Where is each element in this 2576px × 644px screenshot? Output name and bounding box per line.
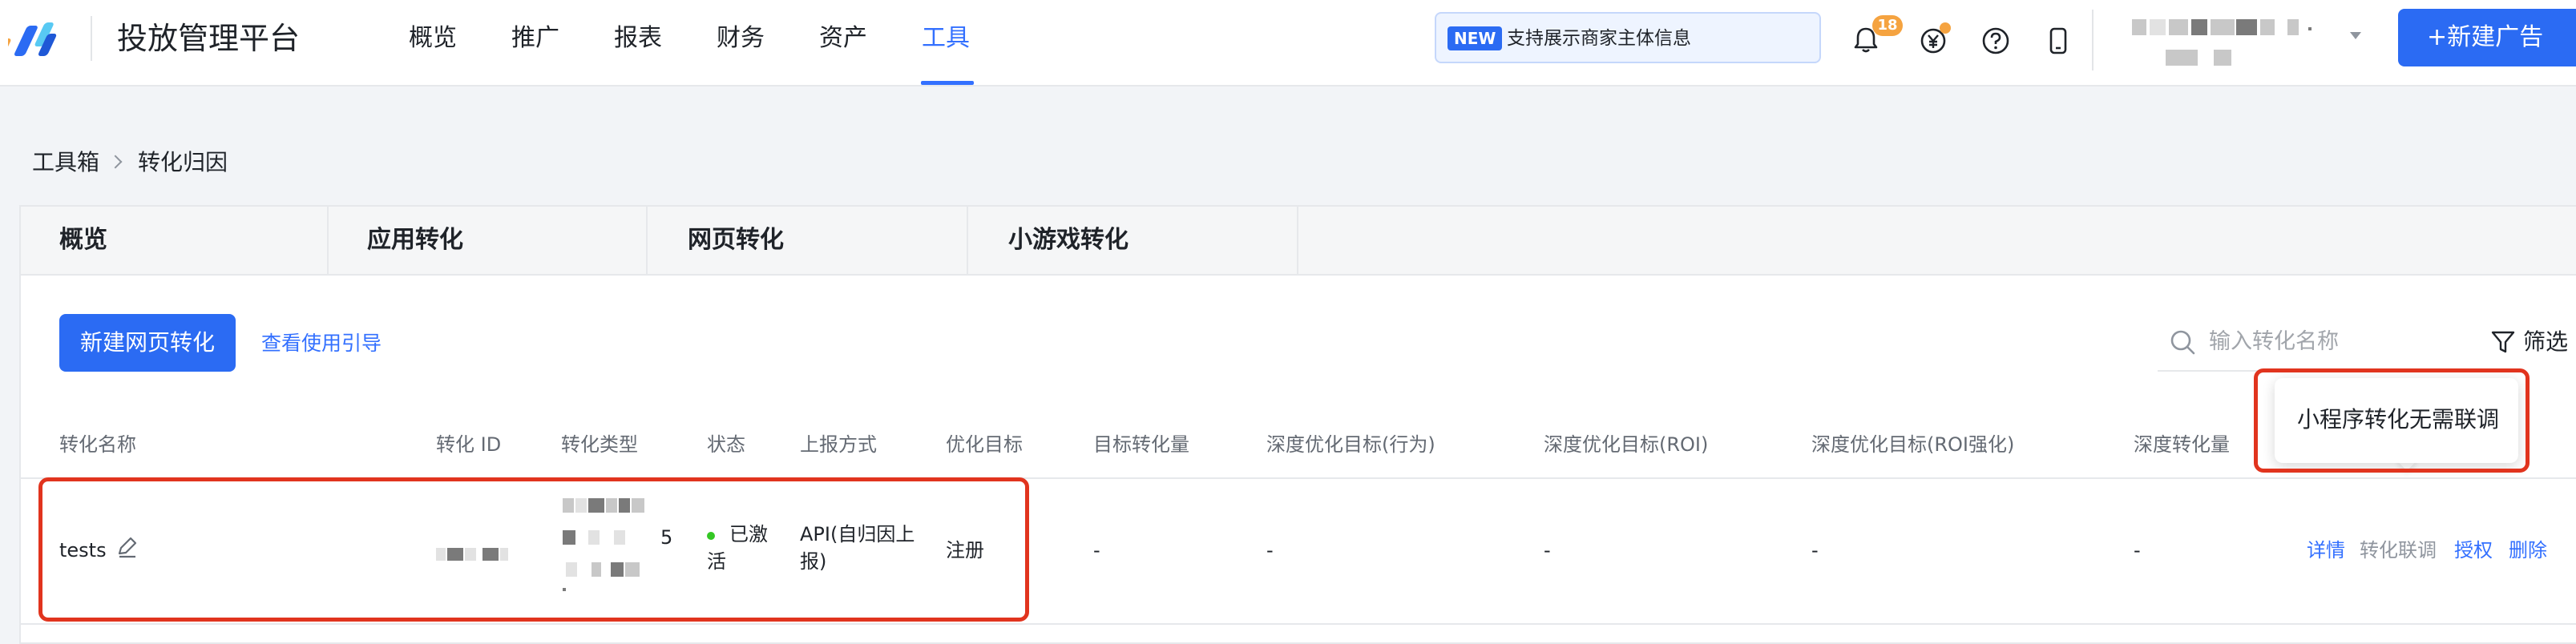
account-divider [2092,10,2094,70]
col-deep-roi-plus: 深度优化目标(ROI强化) [1811,433,2015,456]
tab-app-conversion-label: 应用转化 [367,226,463,254]
col-name: 转化名称 [59,433,136,456]
create-web-conversion-button[interactable]: 新建网页转化 [59,314,236,372]
nav-promotion[interactable]: 推广 [511,22,559,54]
announcement-text: 支持展示商家主体信息 [1507,28,1691,49]
breadcrumb-separator-icon [108,155,123,169]
col-optimize-goal: 优化目标 [946,433,1023,456]
delete-link[interactable]: 删除 [2509,537,2547,564]
tab-web-conversion-label: 网页转化 [688,226,784,254]
breadcrumb-toolbox[interactable]: 工具箱 [32,149,99,176]
logo-divider [91,16,92,61]
col-deep-behavior: 深度优化目标(行为) [1266,433,1435,456]
annotation-row-highlight [38,477,1029,622]
col-report-method: 上报方式 [800,433,877,456]
filter-icon[interactable] [2489,328,2517,356]
nav-finance[interactable]: 财务 [717,22,765,54]
platform-title: 投放管理平台 [117,21,301,56]
nav-assets[interactable]: 资产 [819,22,867,54]
tab-overview-label: 概览 [59,226,107,254]
deep-roi: - [1544,539,1551,561]
chevron-down-icon[interactable] [2350,32,2361,39]
help-icon[interactable] [1980,24,2012,56]
new-ad-button[interactable]: +新建广告 [2398,9,2576,66]
deep-volume: - [2134,539,2141,561]
notification-count-badge: 18 [1872,15,1903,36]
active-nav-indicator [921,81,974,85]
nav-overview[interactable]: 概览 [409,22,457,54]
col-id: 转化 ID [436,433,502,456]
search-icon [2170,330,2195,355]
col-deep-roi: 深度优化目标(ROI) [1544,433,1709,456]
phone-icon[interactable] [2042,24,2074,56]
col-type: 转化类型 [561,433,638,456]
usage-guide-link[interactable]: 查看使用引导 [261,330,382,357]
search-placeholder: 输入转化名称 [2209,329,2339,354]
col-target-volume: 目标转化量 [1093,433,1189,456]
col-status: 状态 [707,433,745,456]
yen-alert-dot [1940,22,1951,34]
authorize-link[interactable]: 授权 [2454,537,2493,564]
new-badge: NEW [1447,26,1503,50]
announcement-banner[interactable]: NEW 支持展示商家主体信息 [1435,12,1821,63]
annotation-tooltip-highlight [2254,368,2530,473]
account-switcher[interactable] [2132,18,2340,66]
target-volume: - [1093,539,1100,561]
filter-button[interactable]: 筛选 [2523,328,2568,356]
debug-link-disabled[interactable]: 转化联调 [2360,537,2437,564]
col-deep-volume: 深度转化量 [2134,433,2230,456]
tab-minigame-conversion-label: 小游戏转化 [1008,226,1129,254]
deep-behavior: - [1266,539,1274,561]
breadcrumb-current: 转化归因 [138,149,228,175]
conversion-search-input[interactable]: 输入转化名称 [2158,314,2478,372]
platform-logo[interactable] [8,19,67,58]
nav-tools[interactable]: 工具 [922,22,970,54]
nav-reports[interactable]: 报表 [614,22,662,54]
detail-link[interactable]: 详情 [2307,537,2345,564]
deep-roi-plus: - [1811,539,1819,561]
